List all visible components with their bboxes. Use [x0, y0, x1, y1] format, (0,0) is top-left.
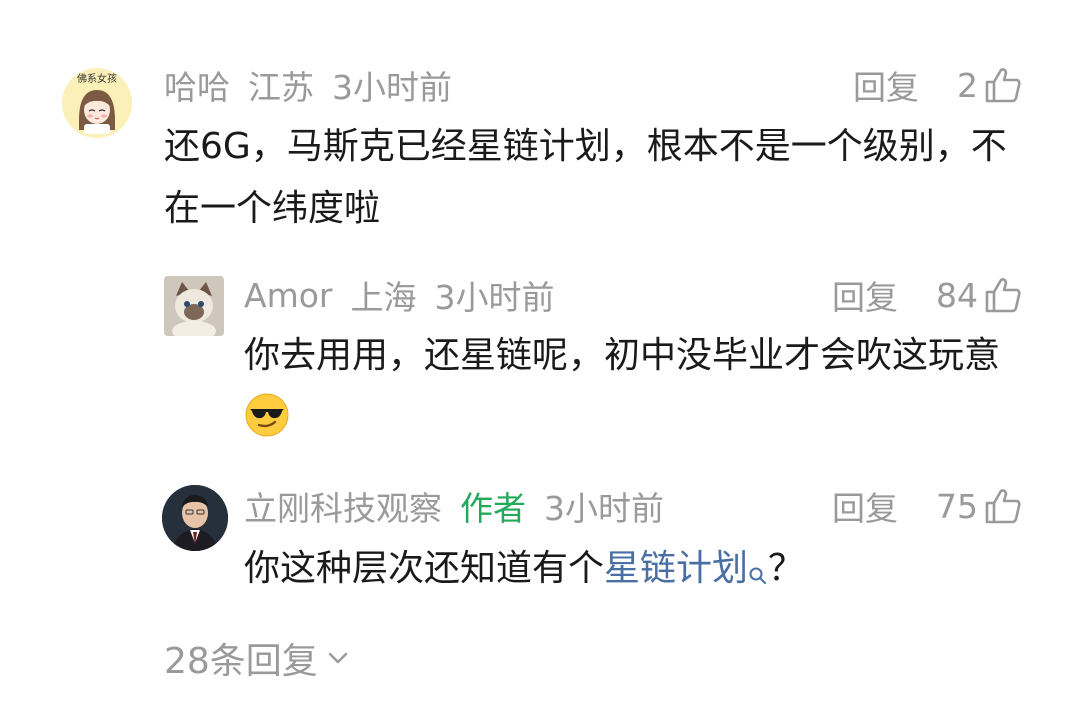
username[interactable]: Amor [244, 276, 332, 315]
chevron-down-icon [328, 652, 348, 664]
avatar[interactable] [162, 485, 228, 551]
comment-text-after: ？ [768, 548, 805, 589]
author-badge: 作者 [460, 489, 526, 528]
sunglasses-face-emoji-icon [244, 392, 290, 438]
thumbs-up-icon[interactable] [984, 276, 1022, 314]
comment-text-before: 你这种层次还知道有个 [244, 548, 605, 589]
location: 江苏 [248, 68, 314, 107]
comment-text: 还6G，马斯克已经星链计划，根本不是一个级别，不在一个纬度啦 [164, 126, 1007, 229]
reply-button[interactable]: 回复 [853, 61, 919, 109]
comment-text: 你去用用，还星链呢，初中没毕业才会吹这玩意 [244, 325, 1024, 449]
comment-meta: 哈哈 江苏 3小时前 [164, 63, 470, 107]
search-link-starlink[interactable]: 星链计划 [604, 548, 748, 589]
timestamp: 3小时前 [544, 489, 664, 528]
location: 上海 [350, 278, 417, 317]
more-replies-label: 28条回复 [164, 641, 318, 682]
like-count: 2 [957, 65, 978, 105]
reply-button[interactable]: 回复 [832, 482, 898, 530]
avatar-text: 佛系女孩 [77, 72, 117, 85]
comment-text-content: 你去用用，还星链呢，初中没毕业才会吹这玩意 [244, 335, 1001, 376]
username[interactable]: 哈哈 [164, 61, 230, 109]
search-icon[interactable] [748, 544, 768, 584]
comment-meta: Amor 上海 3小时前 [244, 273, 572, 318]
username[interactable]: 立刚科技观察 [244, 482, 442, 530]
man-photo-avatar-icon [162, 485, 228, 551]
thumbs-up-icon[interactable] [984, 66, 1022, 104]
reply-button[interactable]: 回复 [832, 271, 898, 319]
thumbs-up-icon[interactable] [984, 487, 1022, 525]
timestamp: 3小时前 [434, 278, 555, 317]
more-replies-button[interactable]: 28条回复 [164, 632, 348, 684]
timestamp: 3小时前 [332, 68, 452, 107]
like-count: 84 [936, 275, 978, 315]
comment-actions: 回复 2 [853, 63, 1022, 107]
comment-actions: 回复 75 [832, 484, 1022, 528]
like-count: 75 [936, 486, 978, 526]
girl-cartoon-avatar-icon: 佛系女孩 [62, 68, 132, 138]
avatar[interactable]: 佛系女孩 [62, 68, 132, 138]
comment-text: 你这种层次还知道有个星链计划 ？ [244, 538, 1024, 600]
cat-photo-avatar-icon [164, 276, 224, 336]
comment-actions: 回复 84 [832, 273, 1022, 317]
comment-meta: 立刚科技观察 作者 3小时前 [244, 484, 682, 528]
avatar[interactable] [164, 276, 224, 336]
